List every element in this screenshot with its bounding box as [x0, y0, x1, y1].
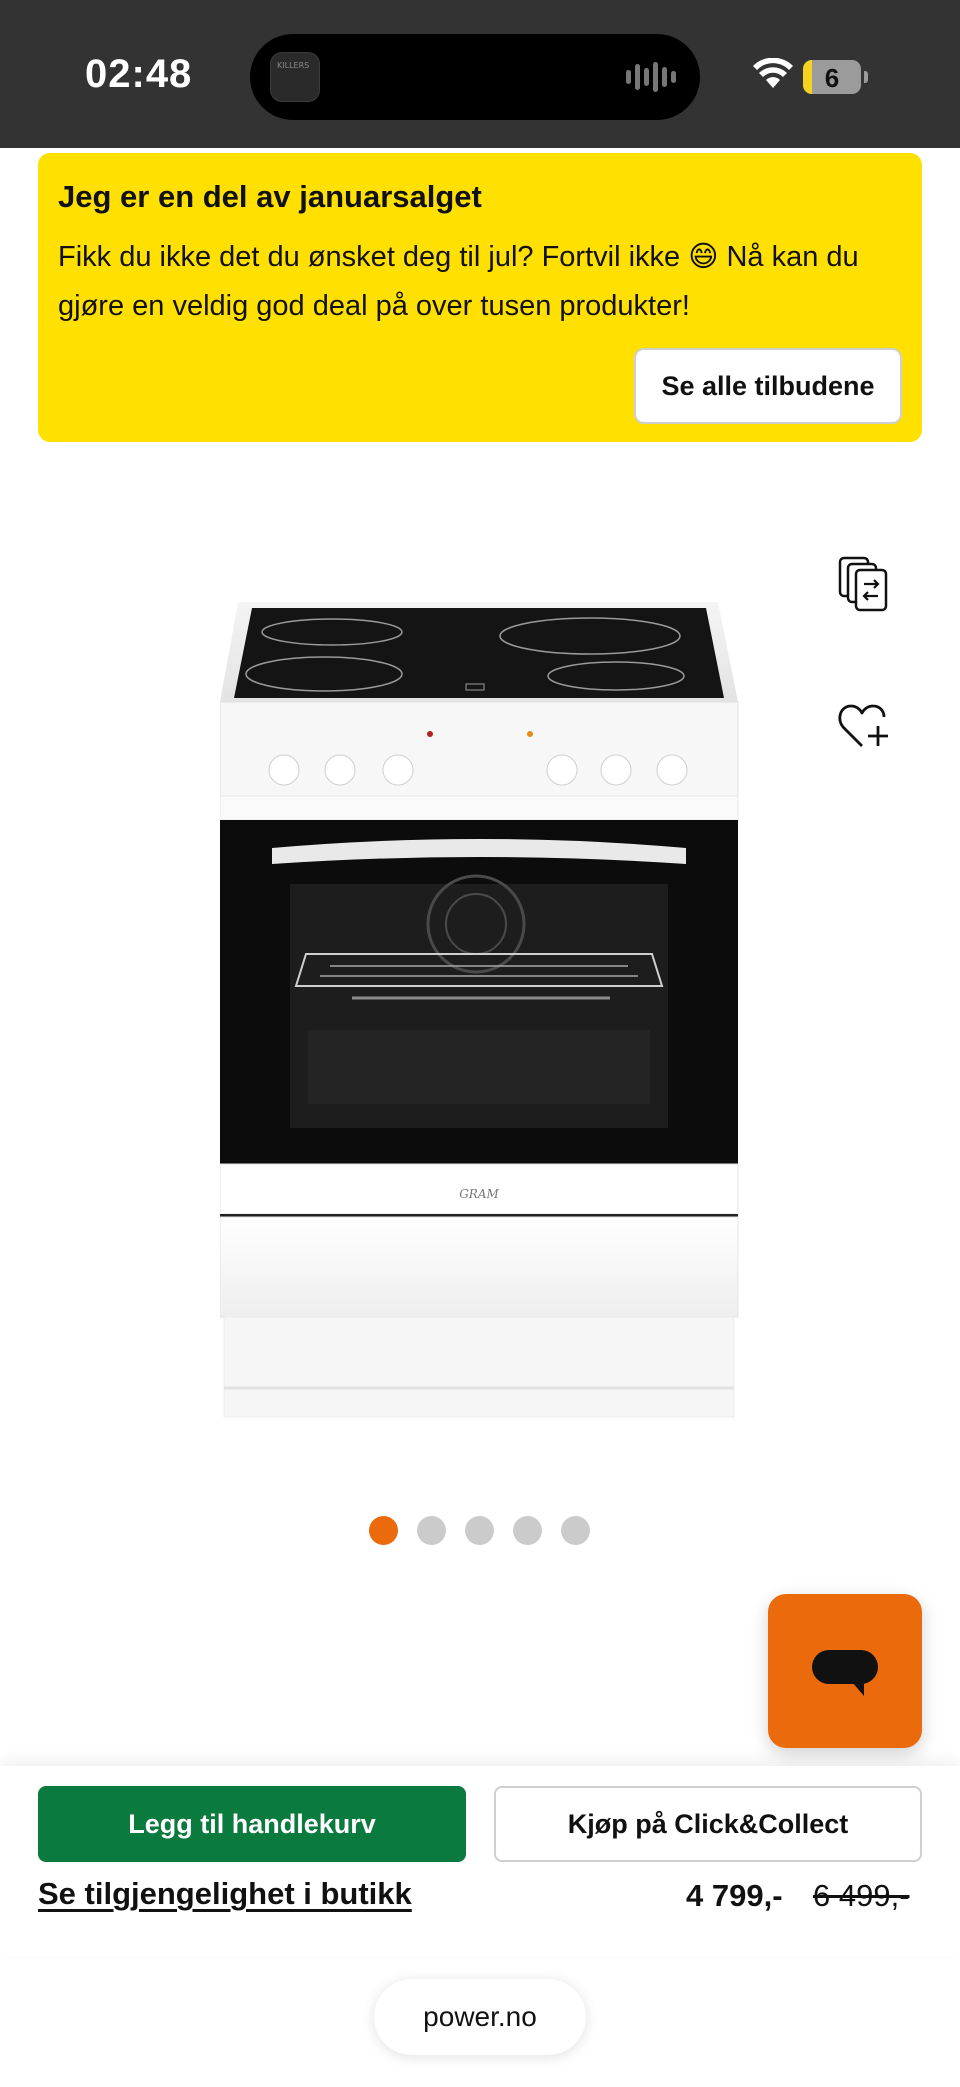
- carousel-dot-1[interactable]: [369, 1516, 398, 1545]
- click-and-collect-button[interactable]: Kjøp på Click&Collect: [494, 1786, 922, 1862]
- brand-logo: GRAM: [459, 1187, 499, 1201]
- heart-plus-icon[interactable]: [836, 700, 892, 752]
- previous-price: 6 499,-: [813, 1878, 910, 1913]
- chat-bubble-icon: [812, 1650, 878, 1696]
- battery-icon: 6: [803, 60, 861, 94]
- carousel-dot-4[interactable]: [513, 1516, 542, 1545]
- product-image[interactable]: GRAM: [220, 594, 740, 1424]
- carousel-dot-2[interactable]: [417, 1516, 446, 1545]
- now-playing-artwork: KILLERS: [270, 52, 320, 102]
- sale-promo-banner: Jeg er en del av januarsalget Fikk du ik…: [38, 153, 922, 442]
- now-playing-artwork-label: KILLERS: [277, 61, 310, 70]
- dynamic-island: KILLERS: [250, 34, 700, 120]
- see-all-offers-button[interactable]: Se alle tilbudene: [634, 348, 902, 424]
- carousel-dot-3[interactable]: [465, 1516, 494, 1545]
- wifi-icon: [753, 58, 793, 88]
- battery-nub: [864, 71, 868, 83]
- image-carousel-dots: [369, 1516, 590, 1545]
- add-to-cart-button[interactable]: Legg til handlekurv: [38, 1786, 466, 1862]
- compare-icon[interactable]: [836, 554, 892, 616]
- carousel-dot-5[interactable]: [561, 1516, 590, 1545]
- browser-address-bar[interactable]: power.no: [374, 1979, 586, 2055]
- audio-waveform-icon: [626, 60, 676, 94]
- battery-level: 6: [824, 63, 840, 93]
- status-time: 02:48: [85, 52, 193, 96]
- promo-text: Fikk du ikke det du ønsket deg til jul? …: [58, 241, 859, 322]
- status-bar: 02:48 KILLERS 6: [0, 0, 960, 148]
- current-price: 4 799,-: [686, 1878, 783, 1913]
- store-availability-link[interactable]: Se tilgjengelighet i butikk: [38, 1876, 412, 1912]
- chat-button[interactable]: [768, 1594, 922, 1748]
- purchase-action-bar: Legg til handlekurv Kjøp på Click&Collec…: [0, 1766, 960, 1956]
- promo-title: Jeg er en del av januarsalget: [58, 179, 482, 214]
